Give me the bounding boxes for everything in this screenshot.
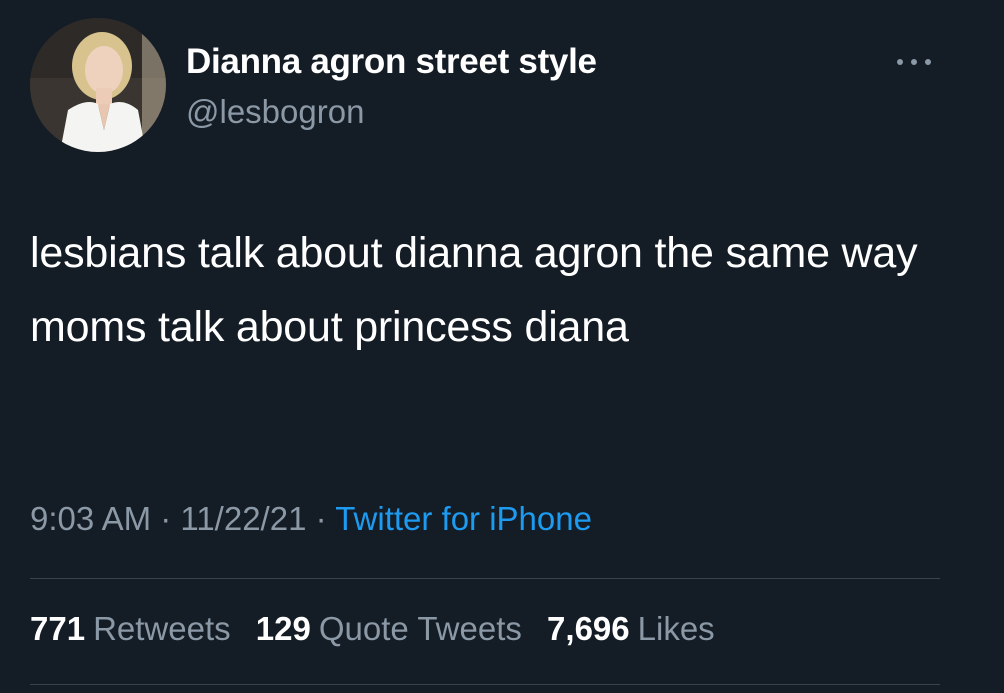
tweet-meta: 9:03 AM · 11/22/21 · Twitter for iPhone	[30, 500, 592, 538]
likes-count: 7,696	[547, 610, 630, 647]
meta-separator: ·	[160, 500, 172, 537]
author-display-name[interactable]: Dianna agron street style	[186, 42, 597, 82]
meta-separator: ·	[315, 500, 327, 537]
tweet-source-link[interactable]: Twitter for iPhone	[335, 500, 592, 537]
quote-tweets-label: Quote Tweets	[318, 610, 522, 647]
likes-label: Likes	[637, 610, 715, 647]
retweets-count: 771	[30, 610, 86, 647]
tweet-date[interactable]: 11/22/21	[180, 500, 306, 537]
author-handle[interactable]: @lesbogron	[186, 93, 364, 131]
retweets-stat[interactable]: 771 Retweets	[30, 610, 231, 648]
quote-tweets-stat[interactable]: 129 Quote Tweets	[256, 610, 522, 648]
tweet-card: Dianna agron street style @lesbogron les…	[0, 0, 1004, 693]
tweet-text: lesbians talk about dianna agron the sam…	[30, 229, 918, 351]
more-horizontal-icon[interactable]	[893, 52, 935, 72]
retweets-label: Retweets	[93, 610, 231, 647]
avatar-photo	[30, 18, 166, 152]
tweet-time[interactable]: 9:03 AM	[30, 500, 151, 537]
divider	[30, 684, 940, 685]
likes-stat[interactable]: 7,696 Likes	[547, 610, 715, 648]
avatar[interactable]	[30, 18, 166, 152]
divider	[30, 578, 940, 579]
quote-tweets-count: 129	[255, 610, 311, 647]
tweet-stats: 771 Retweets 129 Quote Tweets 7,696 Likes	[30, 610, 731, 648]
